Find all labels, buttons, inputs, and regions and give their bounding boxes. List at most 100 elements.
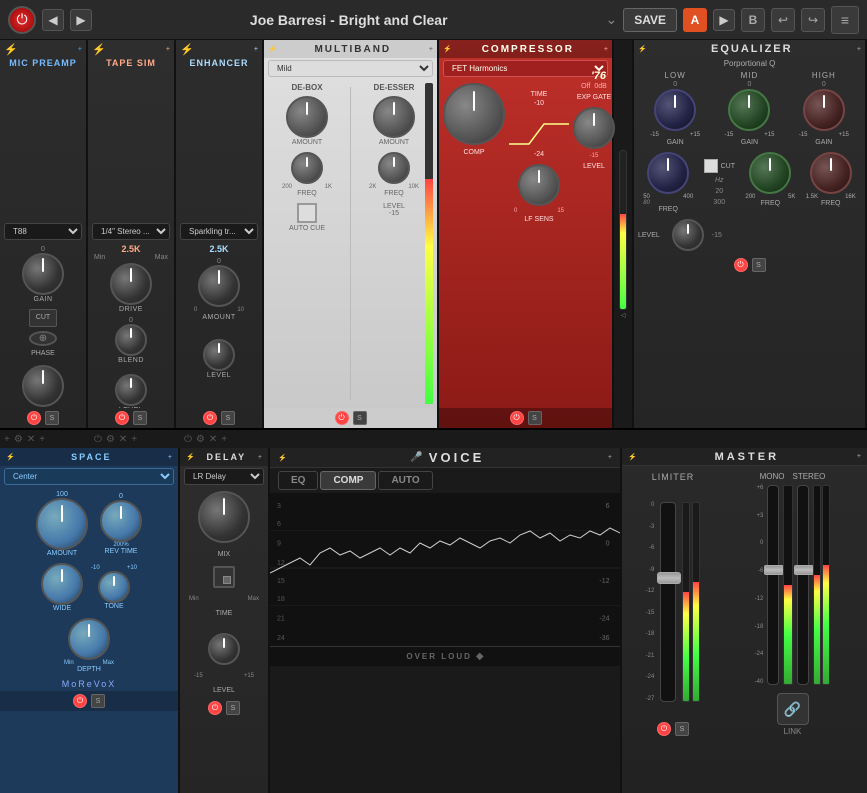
tape-sim-add-icon[interactable]: +: [166, 46, 170, 53]
multiband-auto-cue-button[interactable]: [297, 203, 317, 223]
multiband-debox-freq-knob[interactable]: [291, 152, 323, 184]
mic-preamp-model-select[interactable]: T88: [4, 223, 82, 240]
multiband-add-icon[interactable]: +: [429, 46, 433, 53]
enhancer-amount-knob[interactable]: [198, 265, 240, 307]
equalizer-cut-toggle[interactable]: CUT: [704, 159, 735, 173]
delay-s-button[interactable]: S: [226, 701, 240, 715]
space-add-icon[interactable]: +: [168, 454, 172, 461]
multiband-desser-amount-knob[interactable]: [373, 96, 415, 138]
enhancer-sep-gear[interactable]: ⚙: [196, 434, 205, 445]
limiter-fader-track[interactable]: [660, 502, 676, 702]
master-power-icon[interactable]: ⚡: [628, 453, 637, 461]
enhancer-power-icon[interactable]: ⚡: [180, 43, 194, 56]
mic-preamp-gain-knob[interactable]: [22, 253, 64, 295]
compressor-lf-sens-knob[interactable]: [518, 164, 560, 206]
multiband-preset-select[interactable]: Mild: [268, 60, 433, 77]
equalizer-high-gain-knob[interactable]: [803, 89, 845, 131]
tape-sim-model-select[interactable]: 1/4" Stereo ...: [92, 223, 170, 240]
tape-sim-level-knob[interactable]: [115, 374, 147, 406]
equalizer-low-gain-knob[interactable]: [654, 89, 696, 131]
enhancer-s-button[interactable]: S: [221, 411, 235, 425]
limiter-fader-handle[interactable]: [657, 572, 681, 584]
voice-power-icon[interactable]: ⚡: [278, 454, 287, 462]
voice-tab-eq[interactable]: EQ: [278, 471, 318, 490]
mic-preamp-add-icon[interactable]: +: [78, 46, 82, 53]
mic-preamp-bypass-icon[interactable]: ⏻: [27, 411, 41, 425]
delay-bypass-icon[interactable]: ⏻: [208, 701, 222, 715]
multiband-desser-freq-knob[interactable]: [378, 152, 410, 184]
master-add-icon[interactable]: +: [857, 453, 861, 460]
mic-preamp-sep-add[interactable]: +: [4, 434, 10, 445]
space-power-icon[interactable]: ⚡: [6, 453, 15, 461]
space-bypass-icon[interactable]: ⏻: [73, 694, 87, 708]
voice-tab-auto[interactable]: AUTO: [378, 471, 432, 490]
undo-button[interactable]: ↩: [771, 8, 795, 32]
menu-button[interactable]: ≡: [831, 6, 859, 34]
equalizer-high-freq-knob[interactable]: [810, 152, 852, 194]
compressor-bypass-icon[interactable]: ⏻: [510, 411, 524, 425]
back-button[interactable]: ◀: [42, 9, 64, 31]
space-s-button[interactable]: S: [91, 694, 105, 708]
power-button[interactable]: ⏻: [8, 6, 36, 34]
save-button[interactable]: SAVE: [623, 8, 677, 32]
delay-level-knob[interactable]: [208, 633, 240, 665]
limiter-bypass-icon[interactable]: ⏻: [657, 722, 671, 736]
limiter-s-button[interactable]: S: [675, 722, 689, 736]
tape-sim-sep-x[interactable]: ✕: [119, 434, 127, 445]
master-stereo-fader-handle[interactable]: [794, 565, 814, 575]
tape-sim-drive-knob[interactable]: [110, 263, 152, 305]
master-mono-fader-handle[interactable]: [764, 565, 784, 575]
mic-preamp-level-knob[interactable]: [22, 365, 64, 407]
b-button[interactable]: B: [741, 8, 765, 32]
mic-preamp-power-icon[interactable]: ⚡: [4, 43, 18, 56]
voice-add-icon[interactable]: +: [608, 454, 612, 461]
tape-sim-sep-power[interactable]: ⏻: [94, 434, 102, 445]
tape-sim-s-button[interactable]: S: [133, 411, 147, 425]
tape-sim-power-icon[interactable]: ⚡: [92, 43, 106, 56]
forward-button[interactable]: ▶: [70, 9, 92, 31]
equalizer-low-freq-knob[interactable]: [647, 152, 689, 194]
delay-power-icon[interactable]: ⚡: [186, 453, 195, 461]
multiband-debox-amount-knob[interactable]: [286, 96, 328, 138]
mic-preamp-s-button[interactable]: S: [45, 411, 59, 425]
tape-sim-blend-knob[interactable]: [115, 324, 147, 356]
mic-preamp-sep-gear[interactable]: ⚙: [14, 434, 23, 445]
mic-preamp-sep-add2[interactable]: +: [39, 434, 45, 445]
compressor-s-button[interactable]: S: [528, 411, 542, 425]
space-revtime-knob[interactable]: [100, 500, 142, 542]
space-tone-knob[interactable]: [98, 571, 130, 603]
equalizer-mid-gain-knob[interactable]: [728, 89, 770, 131]
multiband-bypass-icon[interactable]: ⏻: [335, 411, 349, 425]
enhancer-model-select[interactable]: Sparkling tr...: [180, 223, 258, 240]
equalizer-cut-checkbox[interactable]: [704, 159, 718, 173]
tape-sim-bypass-icon[interactable]: ⏻: [115, 411, 129, 425]
space-depth-knob[interactable]: [68, 618, 110, 660]
compressor-add-icon[interactable]: +: [604, 46, 608, 53]
delay-sync-button[interactable]: [213, 566, 235, 588]
mic-preamp-sep-x[interactable]: ✕: [27, 434, 35, 445]
compressor-comp-knob[interactable]: [443, 83, 505, 145]
multiband-s-button[interactable]: S: [353, 411, 367, 425]
equalizer-s-button[interactable]: S: [752, 258, 766, 272]
space-amount-knob[interactable]: [36, 498, 88, 550]
space-wide-knob[interactable]: [41, 563, 83, 605]
compressor-model-select[interactable]: FET Harmonics: [443, 60, 608, 77]
enhancer-sep-x[interactable]: ✕: [209, 434, 217, 445]
multiband-power-icon[interactable]: ⚡: [268, 45, 277, 53]
enhancer-level-knob[interactable]: [203, 339, 235, 371]
delay-preset-select[interactable]: LR Delay: [184, 468, 264, 485]
equalizer-power-icon[interactable]: ⚡: [638, 45, 647, 53]
delay-mix-knob[interactable]: [198, 491, 250, 543]
space-preset-select[interactable]: Center: [4, 468, 174, 485]
master-mono-fader-track[interactable]: [767, 485, 779, 685]
tape-sim-sep-gear[interactable]: ⚙: [106, 434, 115, 445]
master-stereo-fader-track[interactable]: [797, 485, 809, 685]
compressor-level-knob[interactable]: [573, 107, 615, 149]
master-link-button[interactable]: 🔗: [777, 693, 809, 725]
redo-button[interactable]: ↪: [801, 8, 825, 32]
mic-preamp-phase-button[interactable]: ⊕: [29, 331, 57, 346]
equalizer-level-knob[interactable]: [672, 219, 704, 251]
equalizer-mid-freq-knob[interactable]: [749, 152, 791, 194]
mic-preamp-cut-button[interactable]: CUT: [29, 309, 57, 327]
enhancer-add-icon[interactable]: +: [254, 46, 258, 53]
